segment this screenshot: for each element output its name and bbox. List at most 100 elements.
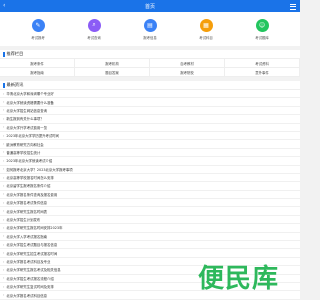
people-icon: ☺ — [255, 18, 269, 32]
list-item-title: 北京大学招生考试题目与报名信息 — [6, 243, 58, 248]
nav-label: 考试报考 — [31, 35, 45, 40]
chevron-right-icon: › — [3, 200, 5, 205]
list-item-title: 北京大学研究生报名时间安排2023年 — [6, 226, 63, 231]
chevron-right-icon: › — [3, 183, 5, 188]
chevron-right-icon: › — [3, 167, 5, 172]
list-item[interactable]: › 2023年北京大学就读考试介绍 — [0, 157, 300, 166]
list-item[interactable]: › 普通高等学校招生统计 — [0, 149, 300, 158]
list-item-title: 北京留学生报考报名条件介绍 — [6, 184, 51, 189]
chevron-right-icon: › — [3, 175, 5, 180]
chevron-right-icon: › — [3, 284, 5, 289]
list-item[interactable]: › 如何报考北京大学？2023北京大学报考事项 — [0, 166, 300, 174]
list-item[interactable]: › 北京大学招生网站信息查询 — [0, 107, 300, 116]
list-item[interactable]: › 北京大学招生计划发布 — [0, 216, 300, 225]
list-item[interactable]: › 北京大学升学考试费用一览 — [0, 124, 300, 132]
chevron-right-icon: › — [3, 91, 5, 96]
list-item[interactable]: › 华清北京大学和深圳哪个专业好 — [0, 90, 300, 99]
list-item-title: 普通高等学校招生统计 — [6, 150, 41, 155]
list-item[interactable]: › 欧洲教育研究方向和社会 — [0, 140, 300, 149]
list-item-title: 欧洲教育研究方向和社会 — [6, 142, 44, 147]
icon-nav: ✎ 考试报考 ⌕ 考试查询 ▤ 报考信息 ▦ 考试科目 ☺ 考试题库 — [0, 12, 300, 46]
nav-label: 考试题库 — [255, 35, 269, 40]
chevron-right-icon: › — [3, 108, 5, 113]
list-item[interactable]: › 北京大学就读资格需要什么准备 — [0, 98, 300, 107]
back-icon[interactable]: ‹ — [3, 2, 11, 10]
clipboard-icon: ▤ — [143, 18, 157, 32]
calendar-icon: ▦ — [199, 18, 213, 32]
list-item-title: 北京大学报名考试科目及专业 — [6, 260, 51, 264]
chevron-right-icon: › — [3, 192, 5, 197]
list-item[interactable]: › 北京大学入学考试报名指南 — [0, 233, 300, 242]
list-item[interactable]: › 北京大学报名考试条件信息 — [0, 199, 300, 208]
list-item-title: 北京大学研究生复试时间及安排 — [6, 285, 54, 290]
list-item[interactable]: › 北京大学报名条件查询及报名费用 — [0, 191, 300, 200]
list-item[interactable]: › 北京大学研究生报名时间表 — [0, 207, 300, 216]
recommend-tag[interactable]: 报考指南 — [0, 68, 75, 77]
nav-item-0[interactable]: ✎ 考试报考 — [18, 18, 58, 40]
list-item[interactable]: › 北京大学研究生招生考试报名时间 — [0, 249, 300, 258]
nav-item-2[interactable]: ▤ 报考信息 — [130, 18, 170, 40]
list-item-title: 2023年北京大学学历提升考试时间 — [6, 134, 60, 139]
menu-icon[interactable] — [289, 2, 297, 10]
nav-label: 考试查询 — [87, 35, 101, 40]
watermark-logo: 便民库 — [198, 264, 280, 294]
search-icon: ⌕ — [87, 18, 101, 32]
chevron-right-icon: › — [3, 293, 5, 298]
nav-item-3[interactable]: ▦ 考试科目 — [186, 18, 226, 40]
page-title: 首页 — [144, 3, 155, 10]
chevron-right-icon: › — [3, 100, 5, 105]
list-item[interactable]: › 2023年北京大学学历提升考试时间 — [0, 132, 300, 141]
news-title: 最新资讯 — [6, 82, 24, 87]
chevron-right-icon: › — [3, 125, 5, 130]
list-item-title: 北京大学研究生报名时间表 — [6, 209, 48, 214]
news-header: 最新资讯 — [0, 81, 300, 90]
recommend-tags: 报考条件 报考机构 自考教材 考试资料报考指南 题目答案 报考院校 意外事件 — [0, 59, 300, 77]
list-item-title: 华清北京大学和深圳哪个专业好 — [6, 92, 54, 97]
recommend-header: 推荐栏目 — [0, 50, 300, 59]
chevron-right-icon: › — [3, 242, 5, 247]
recommend-tag[interactable]: 自考教材 — [150, 59, 225, 68]
list-item-title: 北京大学升学考试费用一览 — [6, 125, 48, 130]
recommend-tag[interactable]: 考试资料 — [225, 59, 300, 68]
recommend-tag[interactable]: 报考机构 — [75, 59, 150, 68]
list-item-title: 新生报到有关什么事项？ — [6, 117, 44, 122]
chevron-right-icon: › — [3, 158, 5, 163]
chevron-right-icon: › — [3, 116, 5, 121]
chevron-right-icon: › — [3, 142, 5, 147]
list-item[interactable]: › 北京大学研究生报名时间安排2023年 — [0, 224, 300, 233]
top-bar: ‹ 首页 — [0, 0, 300, 12]
list-item[interactable]: › 北京高等学校报名时间怎么安排 — [0, 174, 300, 183]
list-item-title: 北京大学招生计划发布 — [6, 218, 41, 223]
recommend-section: 推荐栏目 报考条件 报考机构 自考教材 考试资料报考指南 题目答案 报考院校 意外事件 — [0, 50, 300, 77]
list-item-title: 北京大学报名考试条件信息 — [6, 201, 48, 206]
list-item-title: 2023年北京大学就读考试介绍 — [6, 159, 53, 164]
chevron-right-icon: › — [3, 234, 5, 239]
chevron-right-icon: › — [3, 267, 5, 272]
list-item-title: 北京大学招生考试报名流程介绍 — [6, 276, 54, 281]
list-item-title: 北京大学研究生招生考试报名时间 — [6, 251, 58, 256]
chevron-right-icon: › — [3, 217, 5, 222]
list-item[interactable]: › 新生报到有关什么事项？ — [0, 115, 300, 124]
recommend-tag[interactable]: 意外事件 — [225, 68, 300, 77]
book-icon: ✎ — [31, 18, 45, 32]
recommend-tag[interactable]: 报考条件 — [0, 59, 75, 68]
recommend-title: 推荐栏目 — [6, 51, 24, 56]
list-item-title: 北京大学报名考试科目信息 — [6, 293, 48, 298]
list-item[interactable]: › 北京大学招生考试题目与报名信息 — [0, 241, 300, 250]
chevron-right-icon: › — [3, 150, 5, 155]
nav-item-4[interactable]: ☺ 考试题库 — [242, 18, 282, 40]
chevron-right-icon: › — [3, 259, 5, 264]
recommend-tag[interactable]: 题目答案 — [75, 68, 150, 77]
recommend-tag[interactable]: 报考院校 — [150, 68, 225, 77]
list-item-title: 北京大学招生网站信息查询 — [6, 108, 48, 113]
chevron-right-icon: › — [3, 251, 5, 256]
chevron-right-icon: › — [3, 276, 5, 281]
chevron-right-icon: › — [3, 209, 5, 214]
list-item-title: 北京大学研究生报名考试及相关信息 — [6, 268, 61, 273]
list-item[interactable]: › 北京留学生报考报名条件介绍 — [0, 182, 300, 191]
nav-item-1[interactable]: ⌕ 考试查询 — [74, 18, 114, 40]
chevron-right-icon: › — [3, 225, 5, 230]
list-item-title: 北京大学就读资格需要什么准备 — [6, 100, 54, 105]
nav-label: 考试科目 — [199, 35, 213, 40]
list-item-title: 如何报考北京大学？2023北京大学报考事项 — [6, 167, 73, 172]
